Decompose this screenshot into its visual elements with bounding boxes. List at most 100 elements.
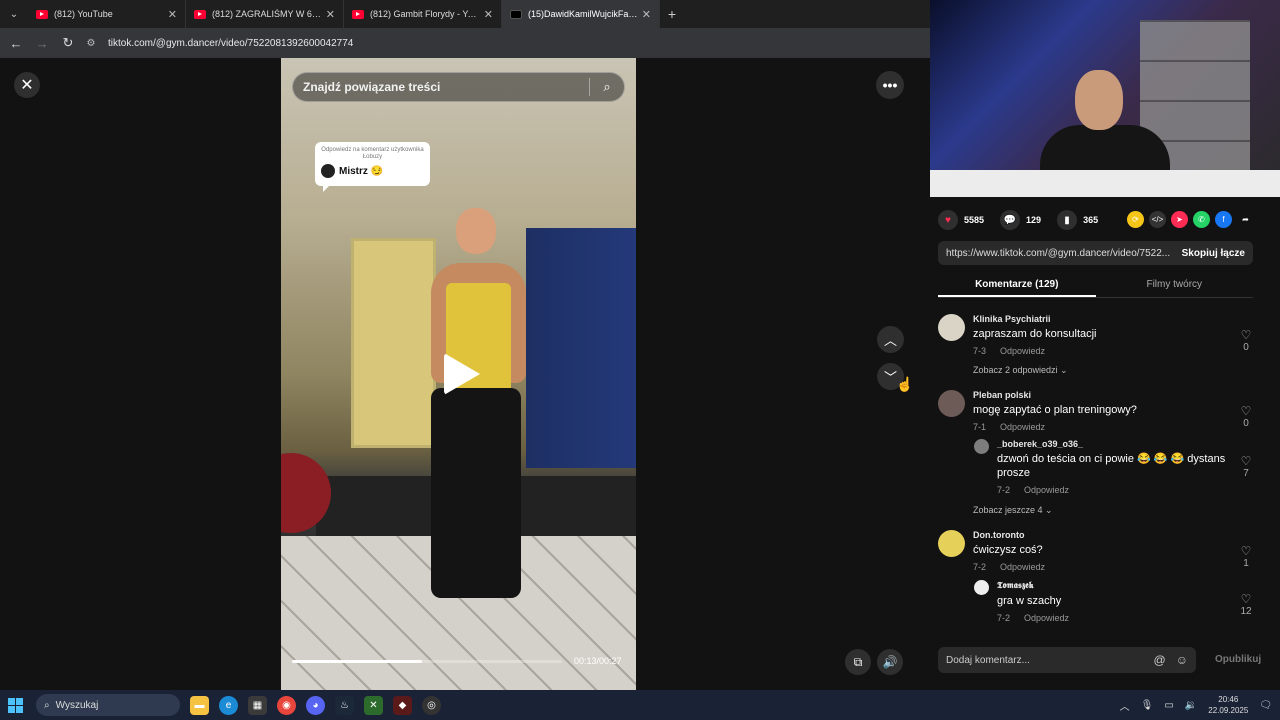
avatar[interactable]: [938, 314, 965, 341]
publish-button[interactable]: Opublikuj: [1215, 654, 1261, 665]
avatar[interactable]: [974, 580, 989, 595]
system-tray: ︿ 🎙 ▭ 🔉 20:46 22.09.2025 🗨: [1120, 690, 1272, 720]
search-icon[interactable]: ⌕: [590, 79, 624, 95]
notifications-icon[interactable]: 🗨: [1259, 700, 1272, 711]
start-button[interactable]: [0, 697, 30, 713]
taskbar-search[interactable]: ⌕ Wyszukaj: [36, 694, 180, 716]
comment-like[interactable]: ♡ 0: [1238, 328, 1254, 353]
save-count: 365: [1083, 215, 1099, 225]
comment-icon[interactable]: 💬: [1000, 210, 1021, 230]
close-tab-icon[interactable]: ✕: [484, 8, 493, 21]
search-input[interactable]: Znajdź powiązane treści: [303, 80, 589, 94]
heart-outline-icon[interactable]: ♡: [1238, 454, 1254, 468]
site-info-icon[interactable]: ⚙: [84, 36, 98, 50]
comment-like[interactable]: ♡ 12: [1238, 592, 1254, 617]
avatar[interactable]: [938, 530, 965, 557]
emoji-icon[interactable]: ☺: [1176, 653, 1188, 667]
reply-button[interactable]: Odpowiedz: [1000, 422, 1045, 432]
more-options-icon[interactable]: •••: [876, 71, 904, 99]
reload-icon[interactable]: ↻: [58, 33, 78, 53]
new-tab-button[interactable]: +: [660, 6, 684, 22]
repost-icon[interactable]: ⟳: [1127, 211, 1144, 228]
comment-author[interactable]: 𝕿𝖔𝖒𝖆𝖘𝖟𝖊𝖐: [997, 580, 1083, 591]
discord-icon[interactable]: ◕: [306, 695, 325, 715]
mouse-cursor: ☝: [896, 376, 914, 392]
tab-search-button[interactable]: ⌄: [0, 0, 28, 28]
network-icon[interactable]: ▭: [1164, 700, 1173, 711]
youtube-icon: [194, 9, 206, 19]
comment-author[interactable]: Pleban polski: [973, 390, 1137, 400]
add-comment-field[interactable]: Dodaj komentarz... @ ☺: [938, 647, 1196, 673]
heart-outline-icon[interactable]: ♡: [1238, 544, 1254, 558]
close-tab-icon[interactable]: ✕: [642, 8, 651, 21]
speaker-icon[interactable]: 🔉: [1185, 700, 1197, 711]
share-arrow-icon[interactable]: ➦: [1237, 211, 1254, 228]
comment-like[interactable]: ♡ 7: [1238, 454, 1254, 479]
video-frame-person: [421, 208, 531, 628]
copy-link-button[interactable]: Skopiuj łącze: [1182, 248, 1245, 259]
forward-arrow-icon[interactable]: →: [32, 33, 52, 53]
comment-like-count: 12: [1240, 606, 1252, 617]
video-link[interactable]: https://www.tiktok.com/@gym.dancer/video…: [946, 248, 1174, 259]
comment-author[interactable]: Don.toronto: [973, 530, 1059, 540]
view-replies-button[interactable]: Zobacz 2 odpowiedzi ⌄: [973, 365, 1068, 376]
back-arrow-icon[interactable]: ←: [6, 33, 26, 53]
taskbar-search-placeholder: Wyszukaj: [55, 699, 99, 711]
play-icon[interactable]: [444, 353, 480, 395]
like-count: 5585: [964, 215, 985, 225]
microphone-icon[interactable]: 🎙: [1141, 700, 1154, 711]
url-field[interactable]: tiktok.com/@gym.dancer/video/75220813926…: [108, 38, 353, 49]
webcam-overlay: [930, 0, 1280, 197]
reply-button[interactable]: Odpowiedz: [1024, 613, 1069, 623]
embed-icon[interactable]: </>: [1149, 211, 1166, 228]
reply-button[interactable]: Odpowiedz: [1000, 562, 1045, 572]
obs-icon[interactable]: ◎: [422, 695, 441, 715]
heart-outline-icon[interactable]: ♡: [1238, 404, 1254, 418]
tab-comments[interactable]: Komentarze (129): [938, 273, 1096, 297]
close-tab-icon[interactable]: ✕: [326, 8, 335, 21]
browser-tab-active[interactable]: (15)DawidKamilWujcikFameMma ✕: [502, 0, 660, 28]
store-icon[interactable]: ▦: [248, 695, 267, 715]
tab-title: (812) YouTube: [54, 9, 113, 19]
related-search-bar[interactable]: Znajdź powiązane treści ⌕: [292, 72, 625, 102]
avatar[interactable]: [938, 390, 965, 417]
heart-outline-icon[interactable]: ♡: [1238, 592, 1254, 606]
file-explorer-icon[interactable]: ▬: [190, 695, 209, 715]
edge-icon[interactable]: e: [219, 695, 238, 715]
whatsapp-icon[interactable]: ✆: [1193, 211, 1210, 228]
comment-author[interactable]: Klinika Psychiatrii: [973, 314, 1097, 324]
reply-button[interactable]: Odpowiedz: [1000, 346, 1045, 356]
facebook-icon[interactable]: f: [1215, 211, 1232, 228]
tab-creator-videos[interactable]: Filmy twórcy: [1096, 273, 1254, 297]
comment-text: mogę zapytać o plan treningowy?: [973, 404, 1137, 416]
chrome-icon[interactable]: ◉: [277, 695, 296, 715]
browser-tab[interactable]: (812) Gambit Florydy - YouTube ✕: [344, 0, 502, 28]
mention-icon[interactable]: @: [1154, 653, 1166, 667]
volume-icon[interactable]: 🔊: [877, 649, 903, 675]
view-more-replies-button[interactable]: Zobacz jeszcze 4 ⌄: [973, 505, 1053, 516]
clock[interactable]: 20:46 22.09.2025: [1208, 694, 1248, 716]
comment-author[interactable]: _boberek_o39_o36_: [997, 439, 1232, 449]
youtube-icon: [352, 9, 364, 19]
browser-tab[interactable]: (812) ZAGRALIŚMY W 6 NAJGORSZ ✕: [186, 0, 344, 28]
picture-in-picture-icon[interactable]: ⧉: [845, 649, 871, 675]
comment-like[interactable]: ♡ 0: [1238, 404, 1254, 429]
bookmark-icon[interactable]: ▮: [1057, 210, 1078, 230]
steam-icon[interactable]: ♨: [335, 695, 354, 715]
send-icon[interactable]: ➤: [1171, 211, 1188, 228]
browser-tab[interactable]: (812) YouTube ✕: [28, 0, 186, 28]
close-icon[interactable]: ✕: [14, 72, 40, 98]
video-progress-bar[interactable]: [292, 660, 562, 663]
reply-button[interactable]: Odpowiedz: [1024, 485, 1069, 495]
close-tab-icon[interactable]: ✕: [168, 8, 177, 21]
comment-like[interactable]: ♡ 1: [1238, 544, 1254, 569]
comment-input[interactable]: Dodaj komentarz...: [946, 655, 1144, 666]
video-progress-fill: [292, 660, 422, 663]
heart-outline-icon[interactable]: ♡: [1238, 328, 1254, 342]
game-app-icon[interactable]: ◆: [393, 695, 412, 715]
chevron-up-icon[interactable]: ︿: [1120, 698, 1130, 713]
chevron-up-icon[interactable]: ︿: [877, 326, 904, 353]
heart-icon[interactable]: ♥: [938, 210, 958, 230]
avatar[interactable]: [974, 439, 989, 454]
xbox-icon[interactable]: ✕: [364, 695, 383, 715]
